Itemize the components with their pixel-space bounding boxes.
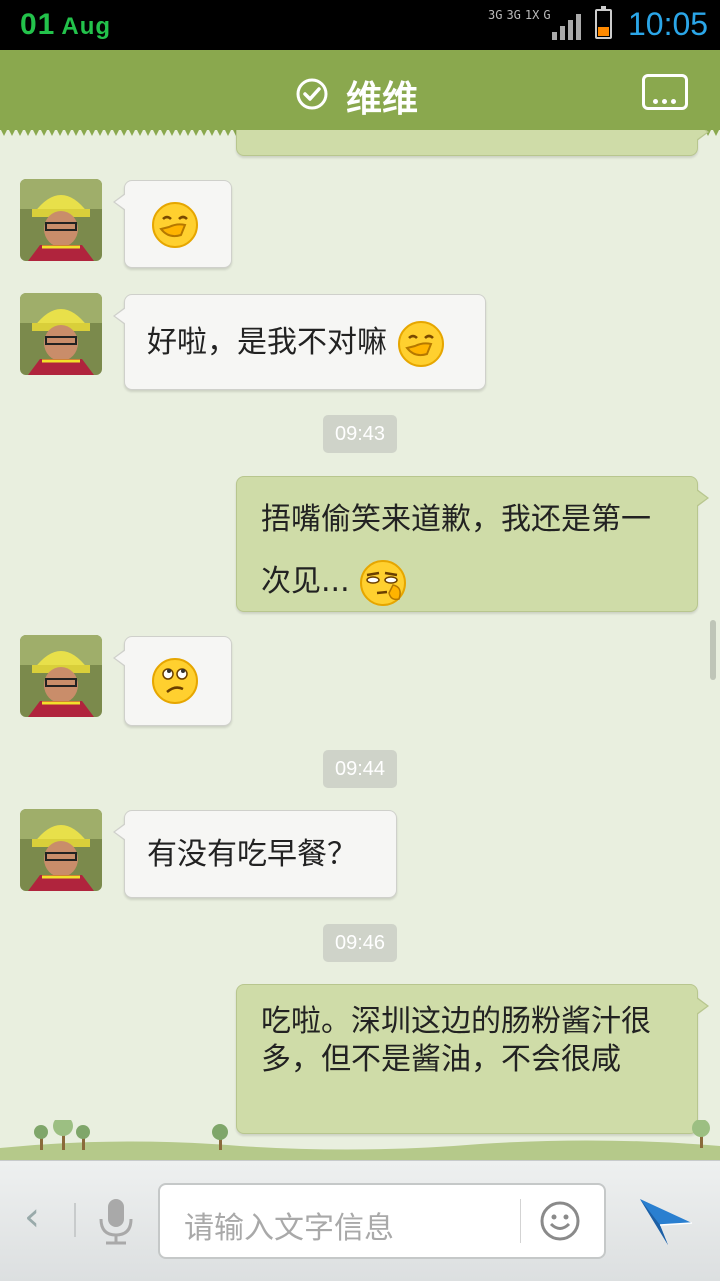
message-bubble-outgoing-partial[interactable] bbox=[236, 130, 709, 156]
message-input-bar: ‹ 请输入文字信息 bbox=[0, 1160, 720, 1281]
divider bbox=[74, 1203, 76, 1237]
message-bubble-incoming[interactable] bbox=[113, 180, 232, 268]
confused-emoji-icon bbox=[152, 658, 198, 704]
giggle-emoji-icon bbox=[397, 320, 444, 367]
message-text: 捂嘴偷笑来道歉，我还是第一次见... bbox=[261, 502, 651, 599]
message-input[interactable]: 请输入文字信息 bbox=[158, 1183, 606, 1259]
decorative-landscape bbox=[0, 1120, 720, 1160]
message-bubble-incoming[interactable]: 好啦，是我不对嘛 bbox=[113, 294, 486, 390]
status-bar: 01 Aug 3G 3G 1X G 10:05 bbox=[0, 0, 720, 50]
message-bubble-outgoing[interactable]: 吃啦。深圳这边的肠粉酱汁很多，但不是酱油，不会很咸 bbox=[236, 984, 709, 1134]
chat-menu-button[interactable] bbox=[642, 74, 688, 110]
message-bubble-incoming[interactable] bbox=[113, 636, 232, 726]
chat-message-list[interactable]: 好啦，是我不对嘛 09:43 捂嘴偷笑来道歉，我还是第一次见... 09:44 … bbox=[0, 130, 720, 1160]
doubt-emoji-icon bbox=[360, 559, 407, 606]
scroll-indicator[interactable] bbox=[710, 620, 716, 680]
message-bubble-outgoing[interactable]: 捂嘴偷笑来道歉，我还是第一次见... bbox=[236, 476, 709, 612]
contact-avatar[interactable] bbox=[20, 635, 102, 717]
divider bbox=[520, 1199, 521, 1243]
status-date: 01 Aug bbox=[20, 8, 112, 41]
message-input-placeholder: 请输入文字信息 bbox=[184, 1211, 394, 1246]
message-text: 吃啦。深圳这边的肠粉酱汁很多，但不是酱油，不会很咸 bbox=[261, 1004, 651, 1077]
time-divider: 09:44 bbox=[323, 750, 397, 788]
contact-avatar[interactable] bbox=[20, 293, 102, 375]
network-indicators: 3G 3G 1X G bbox=[488, 8, 551, 22]
chevron-left-icon[interactable]: ‹ bbox=[24, 1197, 48, 1237]
contact-avatar[interactable] bbox=[20, 809, 102, 891]
status-time: 10:05 bbox=[628, 6, 709, 42]
smiley-icon[interactable] bbox=[538, 1199, 582, 1243]
message-text: 有没有吃早餐？ bbox=[147, 837, 357, 872]
chat-menu-icon bbox=[653, 89, 680, 108]
battery-icon bbox=[595, 6, 612, 39]
microphone-icon[interactable] bbox=[96, 1197, 136, 1247]
signal-icon bbox=[552, 12, 582, 40]
chat-title: 维维 bbox=[346, 79, 419, 120]
check-circle-icon bbox=[296, 78, 328, 110]
send-icon[interactable] bbox=[638, 1195, 694, 1247]
contact-avatar[interactable] bbox=[20, 179, 102, 261]
time-divider: 09:46 bbox=[323, 924, 397, 962]
message-text: 好啦，是我不对嘛 bbox=[147, 325, 387, 360]
giggle-emoji-icon bbox=[152, 202, 198, 248]
time-divider: 09:43 bbox=[323, 415, 397, 453]
message-bubble-incoming[interactable]: 有没有吃早餐？ bbox=[113, 810, 397, 898]
